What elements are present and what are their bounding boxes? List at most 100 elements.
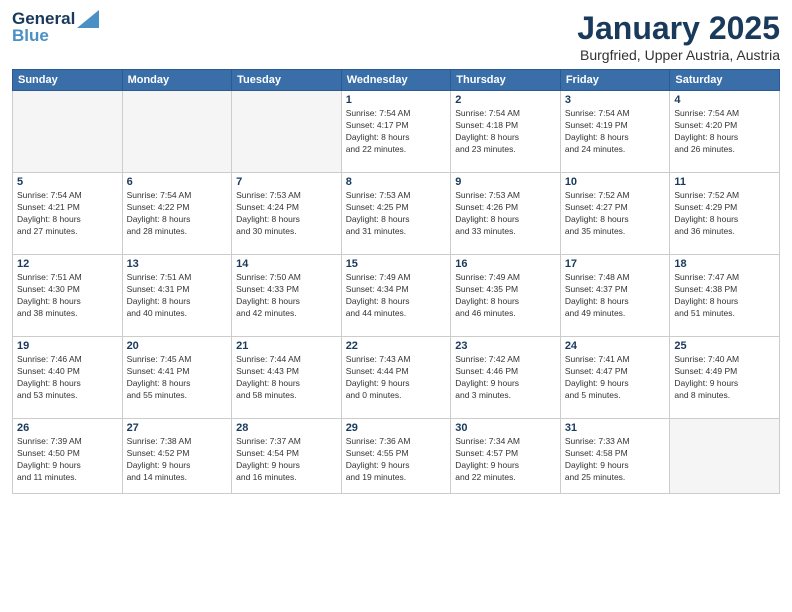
day-number: 28 — [236, 422, 337, 434]
table-row — [232, 91, 342, 173]
table-row: 29 Sunrise: 7:36 AM Sunset: 4:55 PM Dayli… — [341, 419, 451, 494]
day-number: 14 — [236, 258, 337, 270]
table-row: 2 Sunrise: 7:54 AM Sunset: 4:18 PM Daylig… — [451, 91, 561, 173]
day-number: 7 — [236, 176, 337, 188]
table-row — [13, 91, 123, 173]
day-info: Sunrise: 7:39 AM Sunset: 4:50 PM Dayligh… — [17, 436, 118, 484]
table-row: 22Sunrise: 7:43 AM Sunset: 4:44 PM Dayli… — [341, 337, 451, 419]
calendar-header-row: Sunday Monday Tuesday Wednesday Thursday… — [13, 70, 780, 91]
day-info: Sunrise: 7:42 AM Sunset: 4:46 PM Dayligh… — [455, 354, 556, 402]
day-number: 12 — [17, 258, 118, 270]
day-number: 6 — [127, 176, 228, 188]
table-row: 30 Sunrise: 7:34 AM Sunset: 4:57 PM Dayli… — [451, 419, 561, 494]
day-number: 1 — [346, 94, 447, 106]
table-row: 21 Sunrise: 7:44 AM Sunset: 4:43 PM Dayli… — [232, 337, 342, 419]
day-number: 18 — [674, 258, 775, 270]
day-number: 17 — [565, 258, 666, 270]
day-number: 13 — [127, 258, 228, 270]
location: Burgfried, Upper Austria, Austria — [577, 47, 780, 63]
day-info: Sunrise: 7:48 AM Sunset: 4:37 PM Dayligh… — [565, 272, 666, 320]
day-info: Sunrise: 7:38 AM Sunset: 4:52 PM Dayligh… — [127, 436, 228, 484]
day-info: Sunrise: 7:54 AM Sunset: 4:18 PM Dayligh… — [455, 108, 556, 156]
day-info: Sunrise: 7:54 AM Sunset: 4:22 PM Dayligh… — [127, 190, 228, 238]
day-info: Sunrise: 7:37 AM Sunset: 4:54 PM Dayligh… — [236, 436, 337, 484]
day-info: Sunrise: 7:34 AM Sunset: 4:57 PM Dayligh… — [455, 436, 556, 484]
title-section: January 2025 Burgfried, Upper Austria, A… — [577, 10, 780, 63]
day-number: 21 — [236, 340, 337, 352]
day-info: Sunrise: 7:46 AM Sunset: 4:40 PM Dayligh… — [17, 354, 118, 402]
table-row — [670, 419, 780, 494]
calendar-week-4: 19 Sunrise: 7:46 AM Sunset: 4:40 PM Dayli… — [13, 337, 780, 419]
calendar-table: Sunday Monday Tuesday Wednesday Thursday… — [12, 69, 780, 494]
table-row: 9 Sunrise: 7:53 AM Sunset: 4:26 PM Daylig… — [451, 173, 561, 255]
day-info: Sunrise: 7:54 AM Sunset: 4:21 PM Dayligh… — [17, 190, 118, 238]
day-info: Sunrise: 7:45 AM Sunset: 4:41 PM Dayligh… — [127, 354, 228, 402]
header-wednesday: Wednesday — [341, 70, 451, 91]
table-row: 27Sunrise: 7:38 AM Sunset: 4:52 PM Dayli… — [122, 419, 232, 494]
table-row: 1 Sunrise: 7:54 AM Sunset: 4:17 PM Daylig… — [341, 91, 451, 173]
day-number: 19 — [17, 340, 118, 352]
table-row: 31Sunrise: 7:33 AM Sunset: 4:58 PM Dayli… — [560, 419, 670, 494]
table-row: 17 Sunrise: 7:48 AM Sunset: 4:37 PM Dayli… — [560, 255, 670, 337]
day-info: Sunrise: 7:52 AM Sunset: 4:27 PM Dayligh… — [565, 190, 666, 238]
table-row: 10Sunrise: 7:52 AM Sunset: 4:27 PM Dayli… — [560, 173, 670, 255]
calendar-week-5: 26 Sunrise: 7:39 AM Sunset: 4:50 PM Dayli… — [13, 419, 780, 494]
table-row: 23 Sunrise: 7:42 AM Sunset: 4:46 PM Dayli… — [451, 337, 561, 419]
table-row: 26 Sunrise: 7:39 AM Sunset: 4:50 PM Dayli… — [13, 419, 123, 494]
table-row: 4 Sunrise: 7:54 AM Sunset: 4:20 PM Daylig… — [670, 91, 780, 173]
header-saturday: Saturday — [670, 70, 780, 91]
table-row: 5 Sunrise: 7:54 AM Sunset: 4:21 PM Daylig… — [13, 173, 123, 255]
day-info: Sunrise: 7:47 AM Sunset: 4:38 PM Dayligh… — [674, 272, 775, 320]
day-info: Sunrise: 7:36 AM Sunset: 4:55 PM Dayligh… — [346, 436, 447, 484]
day-number: 9 — [455, 176, 556, 188]
calendar-week-3: 12Sunrise: 7:51 AM Sunset: 4:30 PM Dayli… — [13, 255, 780, 337]
page-header: General Blue January 2025 Burgfried, Upp… — [12, 10, 780, 63]
day-info: Sunrise: 7:52 AM Sunset: 4:29 PM Dayligh… — [674, 190, 775, 238]
day-info: Sunrise: 7:44 AM Sunset: 4:43 PM Dayligh… — [236, 354, 337, 402]
table-row: 6 Sunrise: 7:54 AM Sunset: 4:22 PM Daylig… — [122, 173, 232, 255]
calendar-week-1: 1 Sunrise: 7:54 AM Sunset: 4:17 PM Daylig… — [13, 91, 780, 173]
day-number: 20 — [127, 340, 228, 352]
table-row: 8Sunrise: 7:53 AM Sunset: 4:25 PM Daylig… — [341, 173, 451, 255]
table-row: 16 Sunrise: 7:49 AM Sunset: 4:35 PM Dayli… — [451, 255, 561, 337]
table-row: 19 Sunrise: 7:46 AM Sunset: 4:40 PM Dayli… — [13, 337, 123, 419]
table-row: 14Sunrise: 7:50 AM Sunset: 4:33 PM Dayli… — [232, 255, 342, 337]
table-row: 11 Sunrise: 7:52 AM Sunset: 4:29 PM Dayli… — [670, 173, 780, 255]
table-row: 13 Sunrise: 7:51 AM Sunset: 4:31 PM Dayli… — [122, 255, 232, 337]
table-row: 18 Sunrise: 7:47 AM Sunset: 4:38 PM Dayli… — [670, 255, 780, 337]
day-info: Sunrise: 7:53 AM Sunset: 4:24 PM Dayligh… — [236, 190, 337, 238]
table-row: 3 Sunrise: 7:54 AM Sunset: 4:19 PM Daylig… — [560, 91, 670, 173]
header-friday: Friday — [560, 70, 670, 91]
day-number: 29 — [346, 422, 447, 434]
day-number: 2 — [455, 94, 556, 106]
day-info: Sunrise: 7:49 AM Sunset: 4:34 PM Dayligh… — [346, 272, 447, 320]
day-info: Sunrise: 7:40 AM Sunset: 4:49 PM Dayligh… — [674, 354, 775, 402]
table-row: 24Sunrise: 7:41 AM Sunset: 4:47 PM Dayli… — [560, 337, 670, 419]
day-info: Sunrise: 7:54 AM Sunset: 4:17 PM Dayligh… — [346, 108, 447, 156]
day-info: Sunrise: 7:43 AM Sunset: 4:44 PM Dayligh… — [346, 354, 447, 402]
table-row — [122, 91, 232, 173]
day-number: 4 — [674, 94, 775, 106]
day-info: Sunrise: 7:54 AM Sunset: 4:19 PM Dayligh… — [565, 108, 666, 156]
calendar-week-2: 5 Sunrise: 7:54 AM Sunset: 4:21 PM Daylig… — [13, 173, 780, 255]
day-info: Sunrise: 7:49 AM Sunset: 4:35 PM Dayligh… — [455, 272, 556, 320]
header-monday: Monday — [122, 70, 232, 91]
day-info: Sunrise: 7:51 AM Sunset: 4:31 PM Dayligh… — [127, 272, 228, 320]
table-row: 20 Sunrise: 7:45 AM Sunset: 4:41 PM Dayli… — [122, 337, 232, 419]
table-row: 7 Sunrise: 7:53 AM Sunset: 4:24 PM Daylig… — [232, 173, 342, 255]
day-number: 23 — [455, 340, 556, 352]
day-info: Sunrise: 7:53 AM Sunset: 4:26 PM Dayligh… — [455, 190, 556, 238]
table-row: 12Sunrise: 7:51 AM Sunset: 4:30 PM Dayli… — [13, 255, 123, 337]
day-number: 26 — [17, 422, 118, 434]
day-number: 16 — [455, 258, 556, 270]
day-number: 5 — [17, 176, 118, 188]
day-info: Sunrise: 7:53 AM Sunset: 4:25 PM Dayligh… — [346, 190, 447, 238]
day-number: 30 — [455, 422, 556, 434]
header-sunday: Sunday — [13, 70, 123, 91]
day-number: 11 — [674, 176, 775, 188]
day-number: 25 — [674, 340, 775, 352]
day-number: 3 — [565, 94, 666, 106]
day-number: 31 — [565, 422, 666, 434]
day-info: Sunrise: 7:54 AM Sunset: 4:20 PM Dayligh… — [674, 108, 775, 156]
day-info: Sunrise: 7:41 AM Sunset: 4:47 PM Dayligh… — [565, 354, 666, 402]
